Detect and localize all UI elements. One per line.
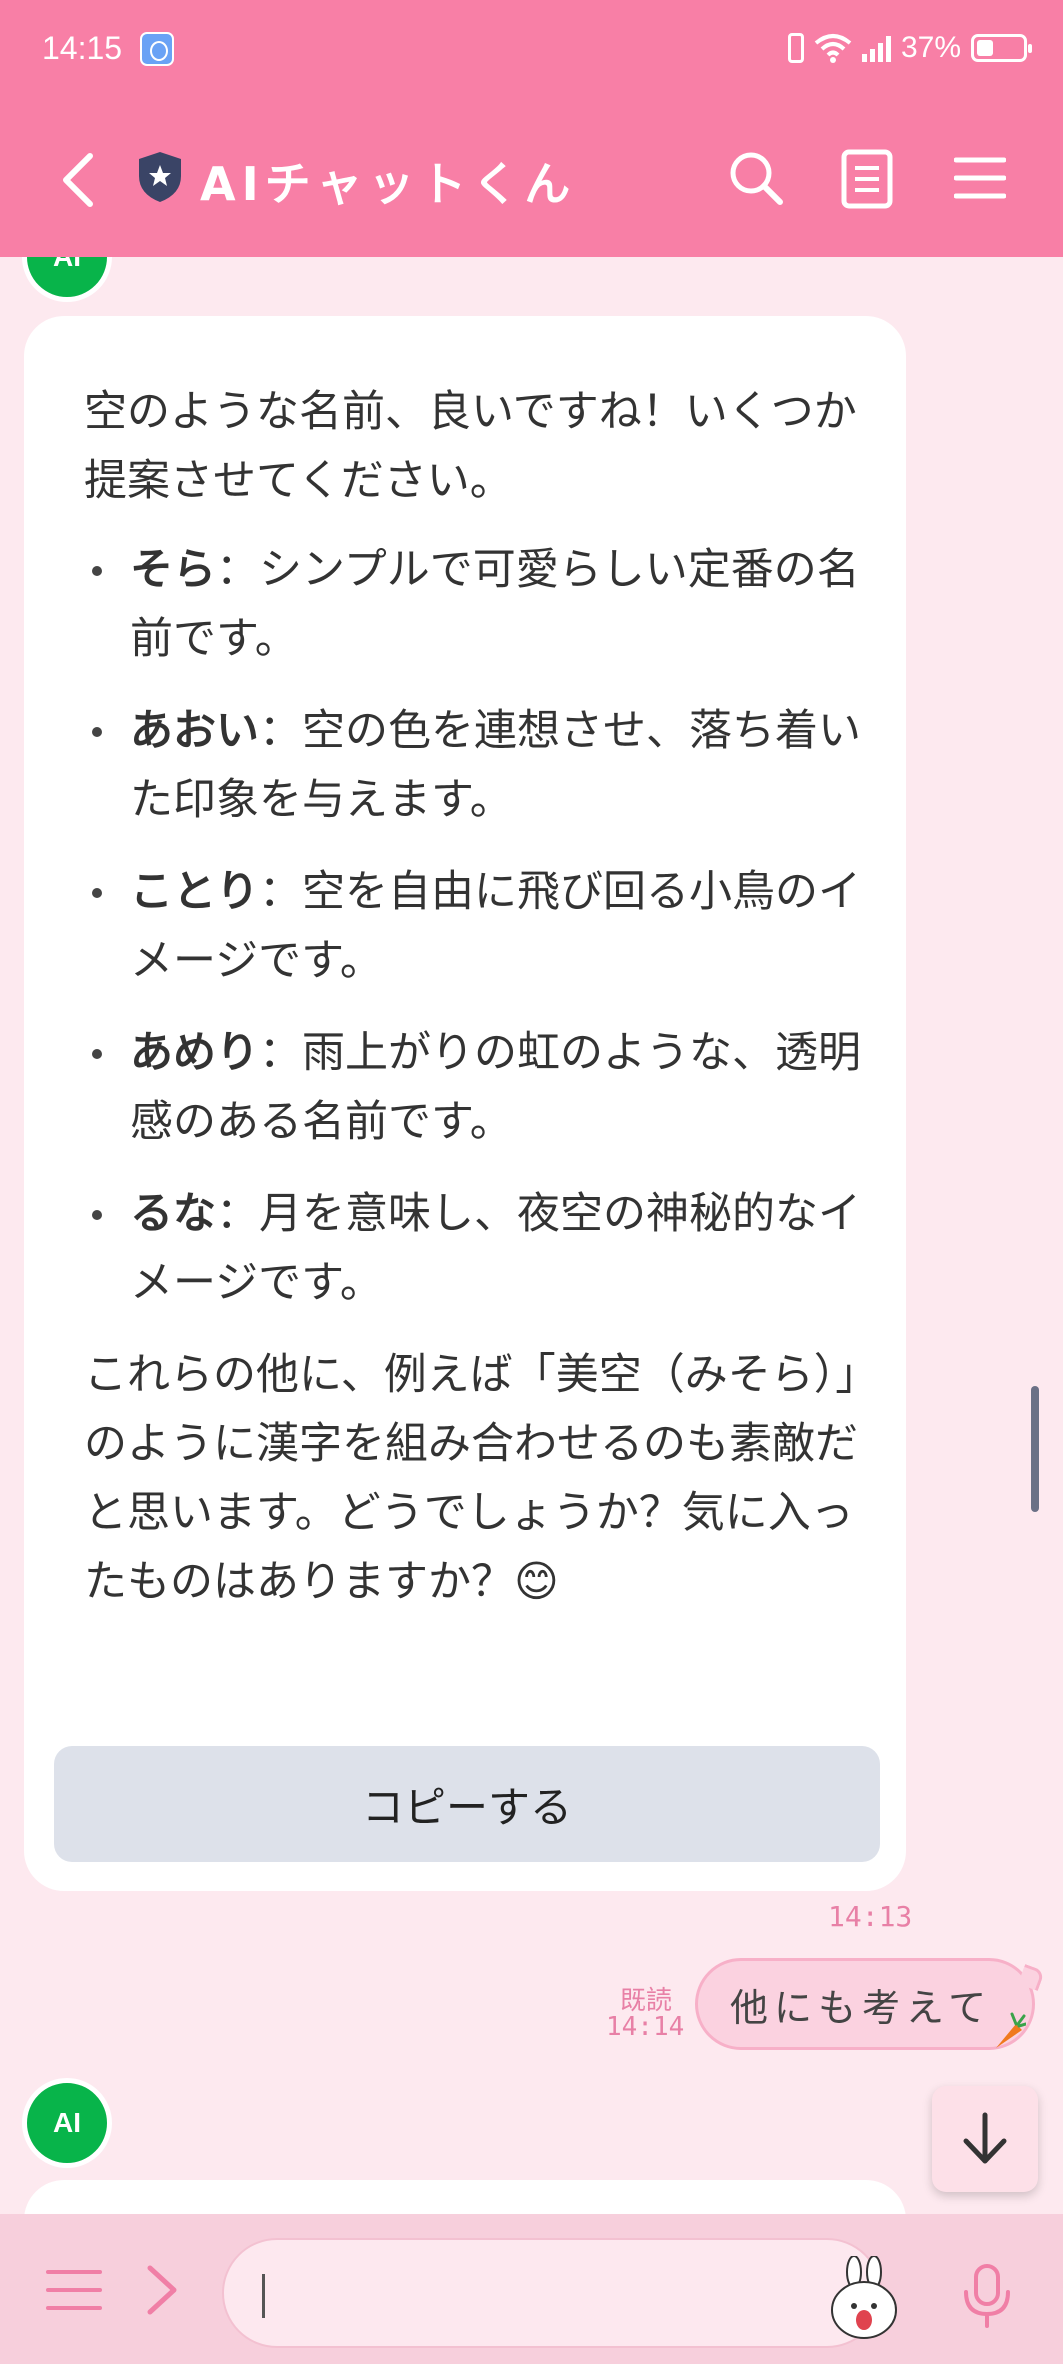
suggestion-desc: ：月を意味し、夜空の神秘的なイメージです。 — [130, 1189, 861, 1308]
status-bar: 14:15 37% — [0, 0, 1063, 100]
user-message-bubble[interactable]: 他にも考えて — [695, 1958, 1035, 2050]
suggestion-name: るな — [130, 1189, 216, 1239]
message-input-field[interactable] — [222, 2238, 897, 2348]
shield-icon — [139, 152, 181, 202]
battery-icon — [971, 34, 1032, 62]
suggestion-name: あめり — [130, 1028, 259, 1078]
suggestion-list: そら：シンプルで可愛らしい定番の名前です。 あおい：空の色を連想させ、落ち着いた… — [84, 536, 864, 1318]
suggestion-item: ことり：空を自由に飛び回る小鳥のイメージです。 — [84, 858, 864, 996]
suggestion-name: あおい — [130, 706, 259, 756]
suggestion-item: るな：月を意味し、夜空の神秘的なイメージです。 — [84, 1180, 864, 1318]
message-input[interactable] — [260, 2270, 764, 2322]
scrollbar[interactable] — [1031, 1386, 1039, 1512]
app-notification-icon — [140, 32, 174, 66]
chevron-right-icon[interactable] — [140, 2262, 184, 2318]
header-overlay-content: AIチャットくん — [0, 100, 1063, 257]
ai-message-text: 空のような名前、良いですね！いくつか提案させてください。 そら：シンプルで可愛ら… — [84, 378, 864, 1617]
suggestion-name: ことり — [130, 867, 259, 917]
vibrate-icon — [787, 33, 804, 63]
ai-message-time: 14:13 — [828, 1900, 913, 1933]
sticker-icon[interactable] — [828, 2256, 900, 2340]
ai-message-bubble: 空のような名前、良いですね！いくつか提案させてください。 そら：シンプルで可愛ら… — [24, 316, 906, 1891]
suggestion-item: そら：シンプルで可愛らしい定番の名前です。 — [84, 536, 864, 674]
menu-icon[interactable] — [954, 150, 1006, 206]
ai-avatar-label: AI — [49, 2107, 85, 2139]
suggestion-desc: ：シンプルで可愛らしい定番の名前です。 — [130, 545, 860, 664]
battery-fill — [977, 40, 993, 56]
arrow-down-icon — [963, 2112, 1007, 2164]
carrot-icon — [996, 2012, 1026, 2048]
text-caret — [262, 2274, 265, 2318]
search-icon[interactable] — [726, 148, 786, 208]
status-time: 14:15 — [42, 30, 123, 66]
ai-avatar[interactable]: AI — [22, 2078, 112, 2168]
notes-icon[interactable] — [838, 148, 896, 210]
back-icon[interactable] — [56, 150, 106, 210]
scroll-to-bottom-button[interactable] — [932, 2086, 1038, 2192]
message-intro: 空のような名前、良いですね！いくつか提案させてください。 — [84, 387, 857, 506]
menu-icon[interactable] — [46, 2266, 102, 2314]
copy-button[interactable]: コピーする — [54, 1746, 880, 1862]
battery-percent: 37% — [900, 31, 961, 64]
user-message-time: 14:14 — [606, 2012, 685, 2042]
chat-title: AIチャットくん — [200, 157, 577, 211]
microphone-icon[interactable] — [960, 2262, 1014, 2330]
message-outro: これらの他に、例えば「美空（みそら）」のように漢字を組み合わせるのも素敵だと思い… — [84, 1350, 858, 1607]
signal-icon — [861, 34, 891, 62]
suggestion-item: あめり：雨上がりの虹のような、透明感のある名前です。 — [84, 1019, 864, 1157]
suggestion-item: あおい：空の色を連想させ、落ち着いた印象を与えます。 — [84, 697, 864, 835]
status-indicators: 37% — [787, 28, 1032, 68]
input-bar — [0, 2214, 1063, 2364]
suggestion-name: そら — [130, 545, 216, 595]
user-message-text: 他にも考えて — [730, 1985, 993, 2030]
wifi-icon — [814, 34, 852, 63]
